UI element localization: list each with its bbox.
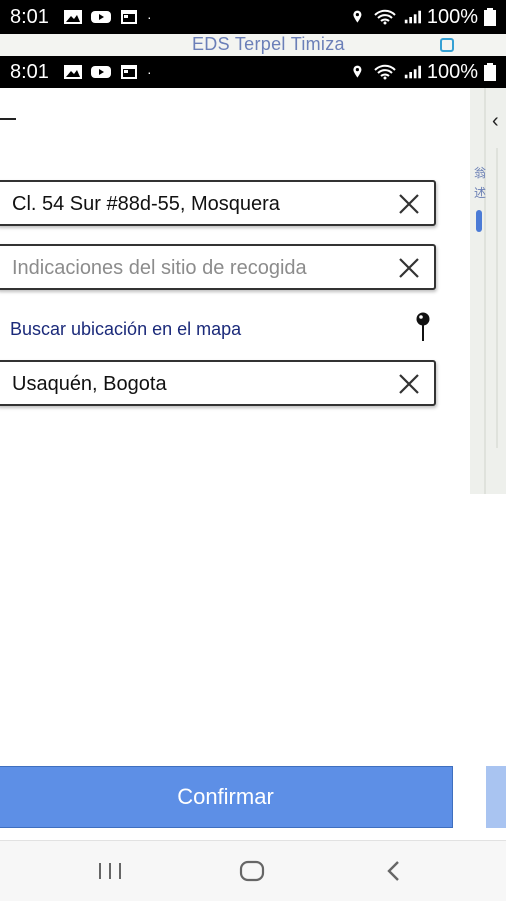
origin-field[interactable]: Cl. 54 Sur #88d-55, Mosquera [0,180,436,226]
trip-form-screen: Cl. 54 Sur #88d-55, Mosquera Indicacione… [0,88,506,840]
map-background-top: EDS Terpel Timiza [0,34,506,57]
map-search-link[interactable]: Buscar ubicación en el mapa [10,319,241,340]
clear-origin-icon[interactable] [398,193,420,215]
pickup-notes-field[interactable]: Indicaciones del sitio de recogida [0,244,436,290]
map-pin-icon[interactable] [414,312,432,342]
map-text: 翁 [474,166,487,180]
map-road [484,88,486,494]
destination-value: Usaquén, Bogota [12,373,167,395]
location-icon [353,10,362,23]
destination-field[interactable]: Usaquén, Bogota [0,360,436,406]
signal-icon [404,10,421,24]
back-icon[interactable] [374,855,414,887]
battery-level: 100% [426,5,478,28]
calendar-icon [120,65,137,79]
clear-destination-icon[interactable] [398,373,420,395]
map-text: 述 [474,186,487,200]
confirm-button[interactable]: Confirmar [0,766,453,828]
calendar-icon [120,10,137,24]
home-icon[interactable] [232,855,272,887]
map-marker [476,210,482,232]
dot-icon: · [146,9,152,25]
status-bar-overlay: 8:01 · 100% [0,56,506,88]
map-place-label: EDS Terpel Timiza [192,34,345,54]
back-arrow-icon[interactable] [0,118,16,120]
next-card-button-peek [486,766,506,828]
status-time-overlay: 8:01 [10,60,49,83]
wifi-icon [374,9,396,25]
signal-icon [404,65,421,79]
wifi-icon [374,64,396,80]
map-road [496,148,498,448]
origin-value: Cl. 54 Sur #88d-55, Mosquera [12,193,280,215]
dot-icon: · [146,64,152,80]
location-icon [353,65,362,78]
recent-apps-icon[interactable] [90,855,130,887]
map-poi-icon [440,38,454,52]
image-icon [63,10,82,24]
youtube-icon [90,11,111,23]
battery-icon [484,63,496,81]
battery-level-overlay: 100% [426,60,478,83]
navigation-bar [0,840,506,901]
map-back-chevron-icon[interactable]: ‹ [492,110,499,133]
status-time: 8:01 [10,5,49,28]
youtube-icon [90,66,111,78]
status-bar: 8:01 · 100% [0,0,506,34]
battery-icon [484,8,496,26]
image-icon [63,65,82,79]
pickup-notes-placeholder: Indicaciones del sitio de recogida [12,257,307,279]
map-background-right: ‹ 翁 述 [470,88,506,494]
clear-notes-icon[interactable] [398,257,420,279]
